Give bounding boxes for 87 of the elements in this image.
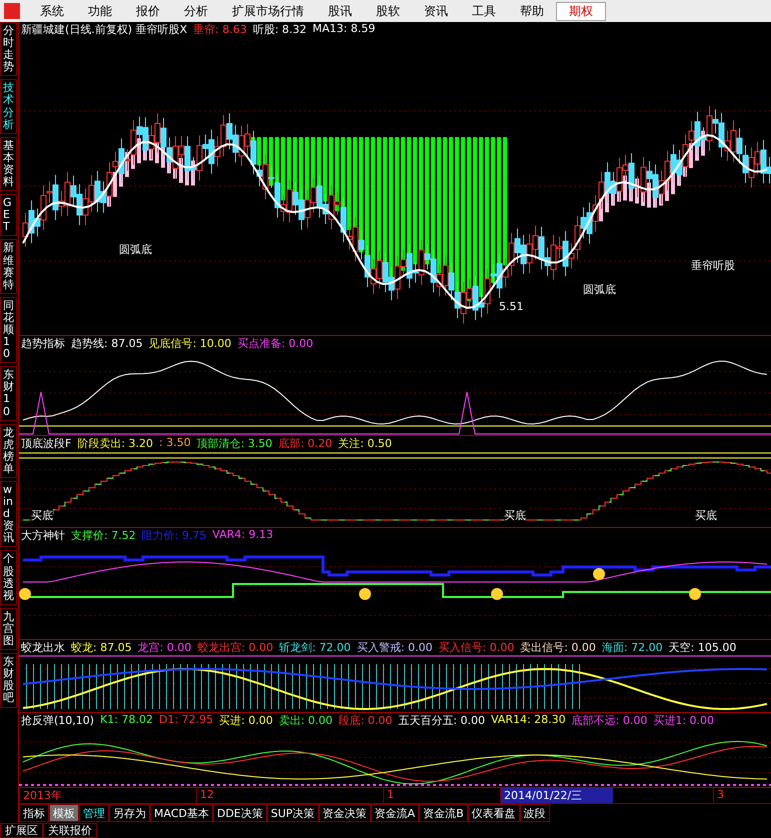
menu-item[interactable]: 功能 bbox=[76, 2, 124, 20]
side-tab[interactable]: 基本资料 bbox=[0, 136, 17, 192]
indicator-tab[interactable]: SUP决策 bbox=[266, 804, 319, 822]
menu-item[interactable]: 系统 bbox=[28, 2, 76, 20]
menu-item[interactable]: 资讯 bbox=[412, 2, 460, 20]
side-tab[interactable]: 同花顺10 bbox=[0, 296, 17, 364]
legend-text: 抢反弹(10,10) bbox=[21, 713, 94, 727]
axis-label: 2014/01/22/三 bbox=[500, 788, 613, 803]
indicator-tab[interactable]: 指标 bbox=[19, 804, 49, 822]
side-tab[interactable]: 新维赛特 bbox=[0, 239, 17, 294]
menu-item[interactable]: 股软 bbox=[364, 2, 412, 20]
axis-label: 12 bbox=[196, 788, 383, 803]
side-tab[interactable]: 东财10 bbox=[0, 366, 17, 421]
legend-text: 天空: 105.00 bbox=[668, 640, 736, 654]
legend-text: 买进: 0.00 bbox=[219, 713, 273, 727]
side-tab[interactable]: 分时走势 bbox=[0, 22, 17, 76]
legend-text: 阻力价: 9.75 bbox=[142, 528, 206, 542]
legend-text: 底部不远: 0.00 bbox=[572, 713, 648, 727]
indicator-tab[interactable]: DDE决策 bbox=[212, 804, 267, 822]
legend-text: 买入警戒: 0.00 bbox=[356, 640, 433, 654]
legend-text: VAR14: 28.30 bbox=[490, 713, 566, 727]
legend-text: : 3.50 bbox=[159, 436, 191, 450]
legend-text: 卖出信号: 0.00 bbox=[520, 640, 596, 654]
legend-text: 龙宫: 0.00 bbox=[138, 640, 192, 654]
legend-text: 段底: 0.00 bbox=[338, 713, 392, 727]
legend-text: 顶底波段F bbox=[21, 436, 72, 450]
chart-label: 圆弧底 bbox=[583, 282, 616, 297]
legend-text: 斩龙剑: 72.00 bbox=[279, 640, 351, 654]
menu-item[interactable]: 帮助 bbox=[508, 2, 556, 20]
legend-text: 蛟龙出宫: 0.00 bbox=[197, 640, 274, 654]
bottom-tab[interactable]: 扩展区 bbox=[0, 823, 43, 838]
axis-label: 2013年 bbox=[19, 788, 196, 803]
app-logo-icon bbox=[4, 3, 20, 19]
legend-text: 大方神针 bbox=[21, 528, 65, 542]
chart-label: 圆弧底 bbox=[119, 242, 152, 257]
chart-label: 买底 bbox=[504, 508, 526, 523]
legend-text: 趋势线: 87.05 bbox=[71, 336, 143, 350]
chart-label: 垂帘听股 bbox=[691, 258, 735, 273]
bottom-tab[interactable]: 关联报价 bbox=[43, 823, 97, 838]
indicator-tab[interactable]: 仪表看盘 bbox=[468, 804, 520, 822]
legend-text: 蛟龙出水 bbox=[21, 640, 65, 654]
side-tab[interactable]: 东财股吧 bbox=[0, 653, 17, 708]
side-tab[interactable]: 龙虎榜单 bbox=[0, 424, 17, 478]
indicator-tab[interactable]: MACD基本 bbox=[150, 804, 213, 822]
legend-text: 阶段卖出: 3.20 bbox=[77, 436, 154, 450]
side-tab[interactable]: 九宫图 bbox=[0, 608, 17, 650]
legend-text: 顶部清仓: 3.50 bbox=[196, 436, 272, 450]
legend-text: 底部: 0.20 bbox=[278, 436, 332, 450]
legend-text: VAR4: 9.13 bbox=[212, 528, 274, 542]
legend-text: 买进1: 0.00 bbox=[653, 713, 714, 727]
indicator-tab[interactable]: 波段 bbox=[520, 804, 550, 822]
legend-text: K1: 78.02 bbox=[100, 713, 153, 727]
legend-text: 关注: 0.50 bbox=[338, 436, 392, 450]
menu-item[interactable]: 期权 bbox=[556, 2, 606, 20]
menu-item[interactable]: 报价 bbox=[124, 2, 172, 20]
legend-text: MA13: 8.59 bbox=[312, 22, 376, 36]
indicator-tab[interactable]: 另存为 bbox=[109, 804, 150, 822]
menu-item[interactable]: 分析 bbox=[172, 2, 220, 20]
legend-text: 垂帘: 8.63 bbox=[193, 22, 247, 36]
legend-text: 趋势指标 bbox=[21, 336, 65, 350]
legend-text: 买点准备: 0.00 bbox=[237, 336, 314, 350]
legend-text: 买入信号: 0.00 bbox=[438, 640, 514, 654]
indicator-tab[interactable]: 资金流A bbox=[370, 804, 420, 822]
legend-text: 海面: 72.00 bbox=[602, 640, 663, 654]
side-tab[interactable]: 技术分析 bbox=[0, 79, 17, 134]
legend-text: 新疆城建(日线.前复权) 垂帘听股X bbox=[21, 22, 188, 36]
legend-text: 听股: 8.32 bbox=[252, 22, 307, 36]
legend-text: D1: 72.95 bbox=[158, 713, 214, 727]
legend-text: 见底信号: 10.00 bbox=[148, 336, 232, 350]
side-tab[interactable]: 个股透视 bbox=[0, 550, 17, 605]
menu-item[interactable]: 工具 bbox=[460, 2, 508, 20]
menu-item[interactable]: 股讯 bbox=[316, 2, 364, 20]
legend-text: 蛟龙: 87.05 bbox=[71, 640, 132, 654]
legend-text: 卖出: 0.00 bbox=[278, 713, 333, 727]
chart-label: 5.51 bbox=[499, 300, 524, 313]
chart-label: 买底 bbox=[695, 508, 717, 523]
legend-text: 五天百分五: 0.00 bbox=[398, 713, 485, 727]
indicator-tab[interactable]: 资金流B bbox=[419, 804, 468, 822]
indicator-tab[interactable]: 管理 bbox=[79, 804, 109, 822]
side-tab[interactable]: GET bbox=[0, 194, 17, 236]
chart-label: 买底 bbox=[31, 508, 53, 523]
legend-text: 支撑价: 7.52 bbox=[71, 528, 136, 542]
indicator-tab[interactable]: 模板 bbox=[49, 804, 79, 822]
menu-item[interactable]: 扩展市场行情 bbox=[220, 2, 316, 20]
axis-label: 3 bbox=[713, 788, 727, 803]
side-tab[interactable]: wind资讯 bbox=[0, 481, 17, 548]
indicator-tab[interactable]: 资金决策 bbox=[318, 804, 371, 822]
